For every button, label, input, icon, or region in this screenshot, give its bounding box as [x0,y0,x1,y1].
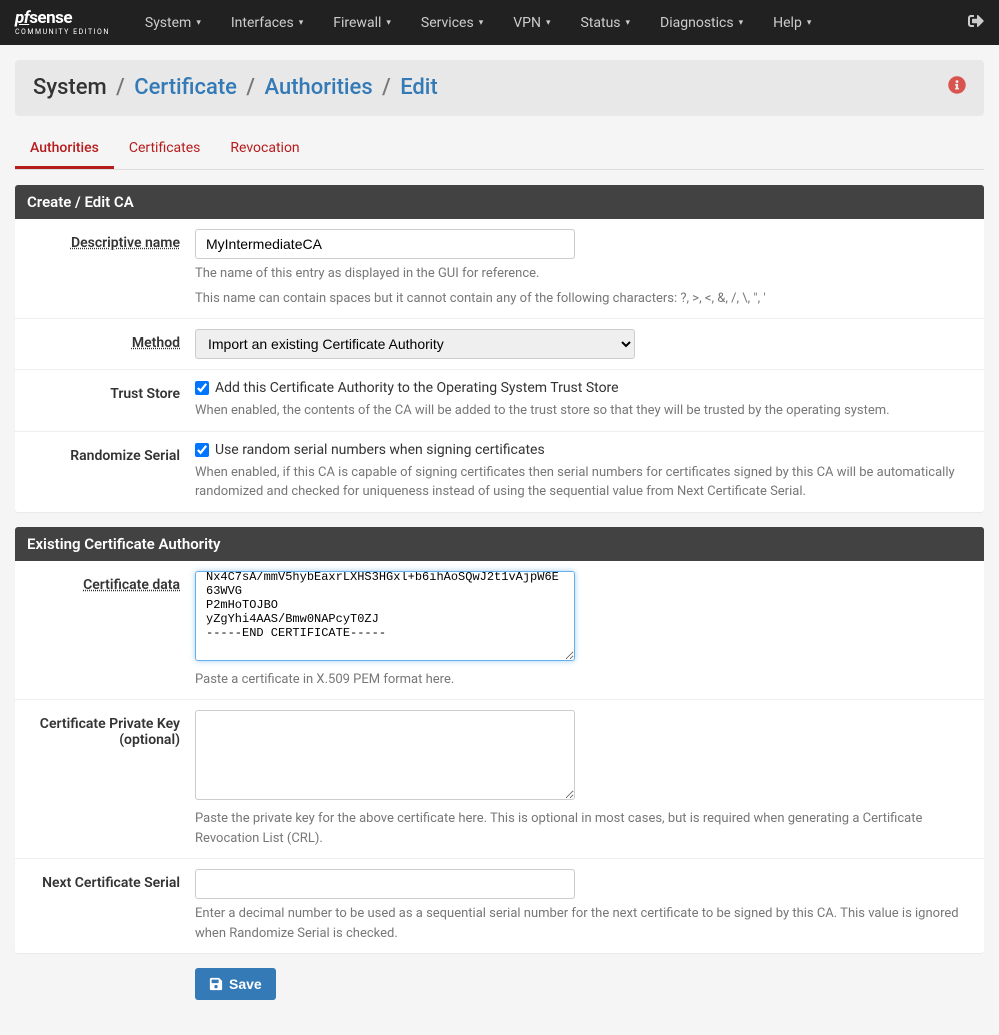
help-text: Enter a decimal number to be used as a s… [195,904,969,943]
nav-help[interactable]: Help▾ [758,0,826,45]
breadcrumb-edit[interactable]: Edit [400,75,438,100]
nav-vpn[interactable]: VPN▾ [498,0,565,45]
breadcrumb-authorities[interactable]: Authorities [264,75,372,100]
nav-firewall[interactable]: Firewall▾ [318,0,406,45]
breadcrumb-root: System [33,75,107,100]
form-group-certificate-data: Certificate data Paste a certificate in … [15,561,984,701]
caret-down-icon: ▾ [739,18,744,28]
help-text: The name of this entry as displayed in t… [195,264,969,284]
form-group-next-serial: Next Certificate Serial Enter a decimal … [15,859,984,953]
form-group-private-key: Certificate Private Key (optional) Paste… [15,700,984,859]
tab-authorities[interactable]: Authorities [15,130,114,169]
help-text: When enabled, if this CA is capable of s… [195,463,969,502]
trust-store-checkbox[interactable] [195,381,209,395]
help-text: Paste a certificate in X.509 PEM format … [195,670,969,690]
help-icon[interactable] [948,76,966,99]
form-group-descriptive-name: Descriptive name The name of this entry … [15,219,984,319]
nav-status[interactable]: Status▾ [565,0,645,45]
label-certificate-data: Certificate data [30,571,195,690]
label-trust-store: Trust Store [30,380,195,421]
logout-icon[interactable] [968,13,984,33]
form-group-method: Method Import an existing Certificate Au… [15,319,984,370]
nav-interfaces[interactable]: Interfaces▾ [216,0,318,45]
label-descriptive-name: Descriptive name [30,229,195,308]
panel-heading: Create / Edit CA [15,185,984,219]
certificate-data-textarea[interactable] [195,571,575,661]
tabs: Authorities Certificates Revocation [15,130,984,170]
nav-services[interactable]: Services▾ [406,0,498,45]
descriptive-name-input[interactable] [195,229,575,259]
nav-system[interactable]: System▾ [130,0,216,45]
caret-down-icon: ▾ [546,18,551,28]
help-text: This name can contain spaces but it cann… [195,289,969,309]
randomize-serial-checkbox-label: Use random serial numbers when signing c… [215,442,545,458]
label-private-key: Certificate Private Key (optional) [30,710,195,848]
trust-store-checkbox-label: Add this Certificate Authority to the Op… [215,380,619,396]
label-next-serial: Next Certificate Serial [30,869,195,943]
randomize-serial-checkbox[interactable] [195,443,209,457]
page-header: System / Certificate / Authorities / Edi… [15,60,984,115]
save-icon [209,977,223,991]
panel-existing-ca: Existing Certificate Authority Certifica… [15,527,984,954]
tab-certificates[interactable]: Certificates [114,130,216,169]
nav-diagnostics[interactable]: Diagnostics▾ [645,0,758,45]
logo[interactable]: pfsense COMMUNITY EDITION [15,10,110,36]
caret-down-icon: ▾ [196,18,201,28]
top-navbar: pfsense COMMUNITY EDITION System▾ Interf… [0,0,999,45]
caret-down-icon: ▾ [807,18,812,28]
label-randomize-serial: Randomize Serial [30,442,195,502]
label-method: Method [30,329,195,359]
form-group-randomize-serial: Randomize Serial Use random serial numbe… [15,432,984,512]
save-button-label: Save [229,976,262,992]
private-key-textarea[interactable] [195,710,575,800]
caret-down-icon: ▾ [626,18,631,28]
form-group-trust-store: Trust Store Add this Certificate Authori… [15,370,984,432]
panel-create-edit-ca: Create / Edit CA Descriptive name The na… [15,185,984,512]
save-button[interactable]: Save [195,968,276,1000]
panel-heading: Existing Certificate Authority [15,527,984,561]
nav-items: System▾ Interfaces▾ Firewall▾ Services▾ … [130,0,968,45]
help-text: When enabled, the contents of the CA wil… [195,401,969,421]
breadcrumb-certificate[interactable]: Certificate [134,75,237,100]
caret-down-icon: ▾ [479,18,484,28]
tab-revocation[interactable]: Revocation [215,130,314,169]
caret-down-icon: ▾ [299,18,304,28]
method-select[interactable]: Import an existing Certificate Authority [195,329,635,359]
breadcrumb: System / Certificate / Authorities / Edi… [33,75,438,100]
help-text: Paste the private key for the above cert… [195,809,969,848]
caret-down-icon: ▾ [386,18,391,28]
next-serial-input[interactable] [195,869,575,899]
